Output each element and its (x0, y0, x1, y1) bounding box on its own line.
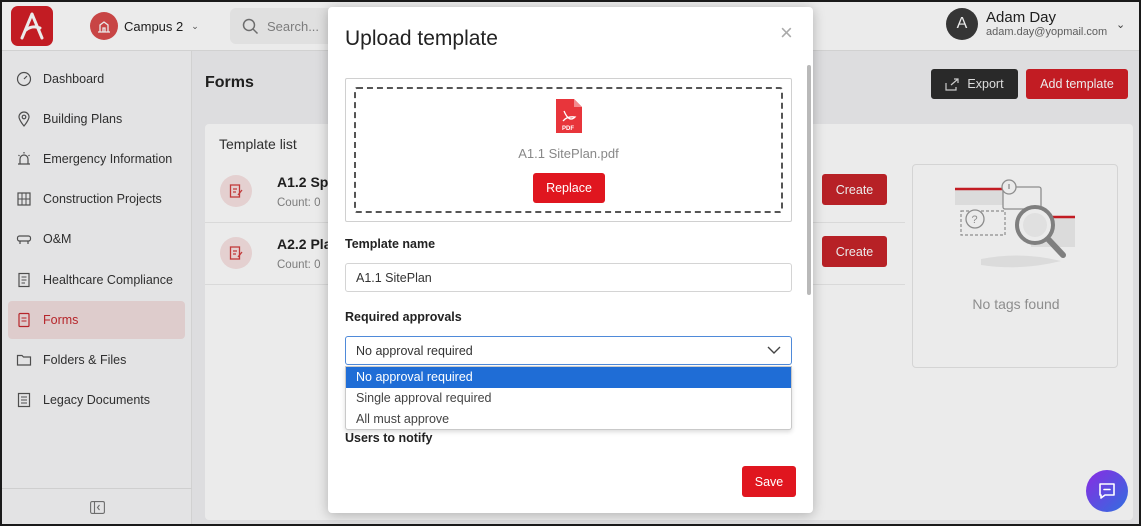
close-icon[interactable]: × (780, 22, 793, 44)
select-value: No approval required (356, 343, 473, 358)
replace-button[interactable]: Replace (533, 173, 605, 203)
dropdown-option[interactable]: All must approve (346, 409, 791, 430)
template-name-input[interactable] (345, 263, 792, 292)
modal-scrollbar[interactable] (807, 65, 811, 295)
file-name: A1.1 SitePlan.pdf (518, 146, 619, 161)
dropzone[interactable]: PDF A1.1 SitePlan.pdf Replace (354, 87, 783, 213)
modal-title: Upload template (345, 27, 498, 50)
required-approvals-select[interactable]: No approval required (345, 336, 792, 365)
required-approvals-label: Required approvals (345, 310, 462, 324)
pdf-file-icon: PDF (556, 99, 582, 133)
app-window: Campus 2 ⌄ Search... A Adam Day adam.day… (0, 0, 1141, 526)
chat-icon (1099, 483, 1115, 499)
svg-text:PDF: PDF (562, 126, 574, 132)
template-name-label: Template name (345, 237, 436, 251)
chevron-down-icon (767, 346, 781, 354)
dropdown-option[interactable]: No approval required (346, 367, 791, 388)
chat-support-button[interactable] (1086, 470, 1128, 512)
upload-template-modal: Upload template × PDF A1.1 SitePlan.pdf … (328, 7, 813, 513)
save-button[interactable]: Save (742, 466, 796, 497)
upload-area: PDF A1.1 SitePlan.pdf Replace (345, 78, 792, 222)
users-to-notify-label: Users to notify (345, 431, 433, 445)
approvals-dropdown-list: No approval required Single approval req… (345, 366, 792, 430)
dropdown-option[interactable]: Single approval required (346, 388, 791, 409)
